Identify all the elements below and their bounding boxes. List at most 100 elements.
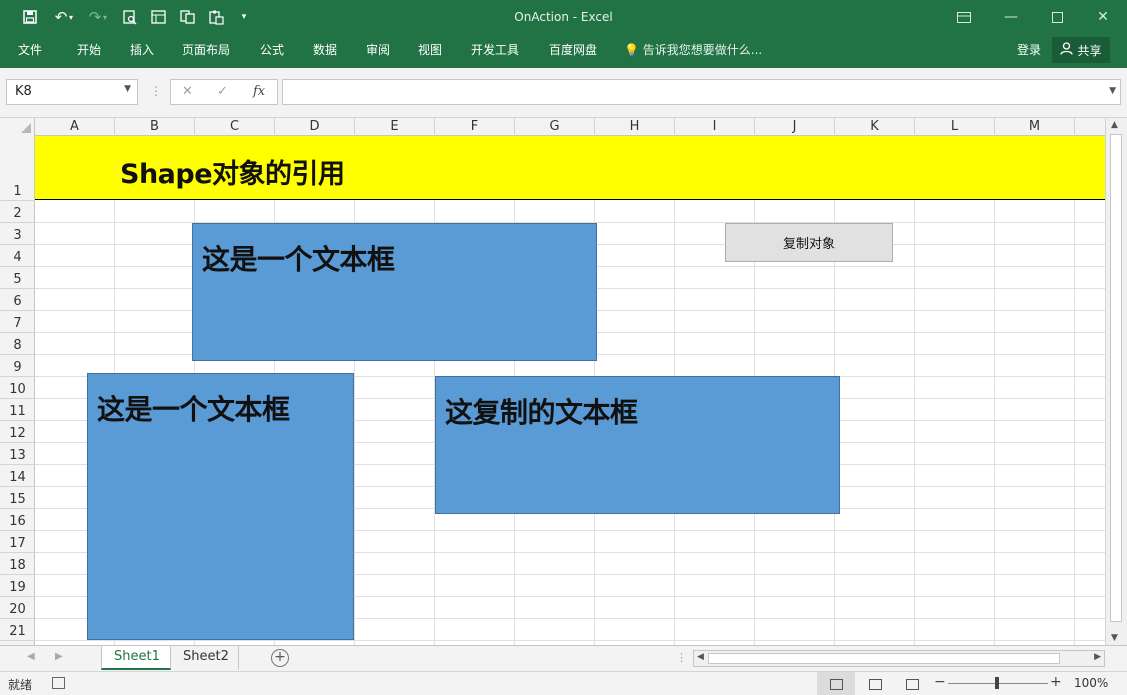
row-header[interactable]: 16 <box>0 509 35 531</box>
ribbon-tabs: 文件 开始 插入 页面布局 公式 数据 审阅 视图 开发工具 百度网盘 💡 告诉… <box>0 34 1127 68</box>
chevron-down-icon[interactable]: ▼ <box>124 84 131 94</box>
sheet-tab-sheet2[interactable]: Sheet2 <box>171 646 239 670</box>
scroll-thumb[interactable] <box>1110 134 1122 622</box>
tab-page-layout[interactable]: 页面布局 <box>182 41 230 58</box>
column-header[interactable]: B <box>115 118 195 136</box>
macro-record-icon[interactable] <box>52 677 65 689</box>
column-header[interactable]: H <box>595 118 675 136</box>
insert-function-icon[interactable]: fx <box>253 84 265 99</box>
expand-formula-icon[interactable]: ▼ <box>1109 86 1116 96</box>
status-bar: 就绪 − + 100% <box>0 671 1127 695</box>
row-header[interactable]: 6 <box>0 289 35 311</box>
tell-me-text: 告诉我您想要做什么... <box>642 43 763 57</box>
scroll-right-icon[interactable]: ▶ <box>1094 652 1101 662</box>
tab-baidu-netdisk[interactable]: 百度网盘 <box>549 41 597 58</box>
row-header[interactable]: 11 <box>0 399 35 421</box>
sheet-tab-bar: ◀ ▶ Sheet1 Sheet2 + ⋮ ◀ ▶ <box>0 645 1127 671</box>
gridline <box>994 136 995 645</box>
row-header[interactable]: 2 <box>0 201 35 223</box>
tab-developer[interactable]: 开发工具 <box>471 41 519 58</box>
column-header[interactable]: E <box>355 118 435 136</box>
page-layout-view-button[interactable] <box>856 672 894 695</box>
ribbon-display-icon[interactable] <box>951 6 977 28</box>
row-header[interactable]: 7 <box>0 311 35 333</box>
splitter-grip-icon[interactable]: ⋮ <box>676 651 687 664</box>
row-header[interactable]: 19 <box>0 575 35 597</box>
login-link[interactable]: 登录 <box>1017 41 1041 58</box>
add-sheet-icon[interactable]: + <box>271 649 289 667</box>
zoom-in-icon[interactable]: + <box>1050 674 1062 690</box>
row-header[interactable]: 4 <box>0 245 35 267</box>
tab-formulas[interactable]: 公式 <box>260 41 284 58</box>
textbox-shape-copy[interactable]: 这复制的文本框 <box>435 376 840 514</box>
share-button[interactable]: 共享 <box>1052 37 1110 63</box>
tab-insert[interactable]: 插入 <box>130 41 154 58</box>
normal-view-button[interactable] <box>817 672 855 695</box>
copy-object-button[interactable]: 复制对象 <box>725 223 893 262</box>
row-header[interactable]: 8 <box>0 333 35 355</box>
scroll-tabs-right-icon[interactable]: ▶ <box>55 651 63 662</box>
row-header[interactable]: 12 <box>0 421 35 443</box>
minimize-icon[interactable]: — <box>998 6 1024 28</box>
row-header[interactable]: 10 <box>0 377 35 399</box>
tab-data[interactable]: 数据 <box>313 41 337 58</box>
formula-input[interactable]: ▼ <box>282 79 1121 105</box>
row-header[interactable]: 3 <box>0 223 35 245</box>
person-icon <box>1060 42 1074 58</box>
column-header[interactable]: A <box>35 118 115 136</box>
cancel-icon[interactable]: ✕ <box>182 84 193 99</box>
row-header[interactable]: 20 <box>0 597 35 619</box>
maximize-icon[interactable] <box>1044 6 1070 28</box>
textbox-shape-1[interactable]: 这是一个文本框 <box>192 223 597 361</box>
close-icon[interactable]: ✕ <box>1090 6 1116 28</box>
column-header[interactable]: M <box>995 118 1075 136</box>
scroll-down-icon[interactable]: ▼ <box>1111 633 1118 643</box>
formula-bar-grip-icon: ⋮ <box>150 84 162 98</box>
select-all-corner[interactable] <box>0 118 35 136</box>
gridline <box>35 640 1105 641</box>
page-layout-icon <box>868 678 882 690</box>
name-box[interactable]: K8 ▼ <box>6 79 138 105</box>
sheet-tab-sheet1[interactable]: Sheet1 <box>101 646 171 670</box>
scroll-thumb[interactable] <box>708 653 1060 664</box>
column-header[interactable]: J <box>755 118 835 136</box>
title-row-band[interactable]: Shape对象的引用 <box>35 136 1105 200</box>
zoom-level[interactable]: 100% <box>1074 676 1108 690</box>
vertical-scrollbar[interactable]: ▲ ▼ <box>1105 118 1127 645</box>
textbox-text: 这是一个文本框 <box>202 243 395 276</box>
column-header[interactable]: G <box>515 118 595 136</box>
tab-file[interactable]: 文件 <box>18 41 42 58</box>
textbox-text: 这复制的文本框 <box>445 396 638 429</box>
row-header[interactable]: 1 <box>0 136 35 201</box>
tell-me-box[interactable]: 💡 告诉我您想要做什么... <box>624 41 762 58</box>
scroll-up-icon[interactable]: ▲ <box>1111 120 1118 130</box>
textbox-shape-2[interactable]: 这是一个文本框 <box>87 373 354 640</box>
enter-icon[interactable]: ✓ <box>217 84 228 99</box>
row-header[interactable]: 9 <box>0 355 35 377</box>
row-header[interactable]: 15 <box>0 487 35 509</box>
column-header[interactable]: K <box>835 118 915 136</box>
scroll-tabs-left-icon[interactable]: ◀ <box>27 651 35 662</box>
column-header[interactable]: D <box>275 118 355 136</box>
row-header[interactable]: 17 <box>0 531 35 553</box>
row-header[interactable]: 21 <box>0 619 35 641</box>
column-header[interactable]: I <box>675 118 755 136</box>
scroll-left-icon[interactable]: ◀ <box>697 652 704 662</box>
horizontal-scrollbar[interactable]: ◀ ▶ <box>693 650 1105 667</box>
row-header[interactable]: 5 <box>0 267 35 289</box>
zoom-out-icon[interactable]: − <box>934 674 946 690</box>
zoom-slider-thumb[interactable] <box>995 677 999 689</box>
row-header[interactable]: 18 <box>0 553 35 575</box>
share-label: 共享 <box>1077 43 1102 58</box>
worksheet-grid[interactable]: A B C D E F G H I J K L M 1 2 3 4 5 6 7 … <box>0 118 1105 645</box>
column-header[interactable]: C <box>195 118 275 136</box>
row-header[interactable]: 14 <box>0 465 35 487</box>
tab-home[interactable]: 开始 <box>77 41 101 58</box>
column-header[interactable]: F <box>435 118 515 136</box>
tab-review[interactable]: 审阅 <box>366 41 390 58</box>
tab-view[interactable]: 视图 <box>418 41 442 58</box>
column-header[interactable]: L <box>915 118 995 136</box>
row-header[interactable]: 13 <box>0 443 35 465</box>
page-break-view-button[interactable] <box>893 672 931 695</box>
cell-area[interactable]: Shape对象的引用 这是一个文本框 这是一个文本框 这复制的文本框 复制对象 <box>35 136 1105 645</box>
